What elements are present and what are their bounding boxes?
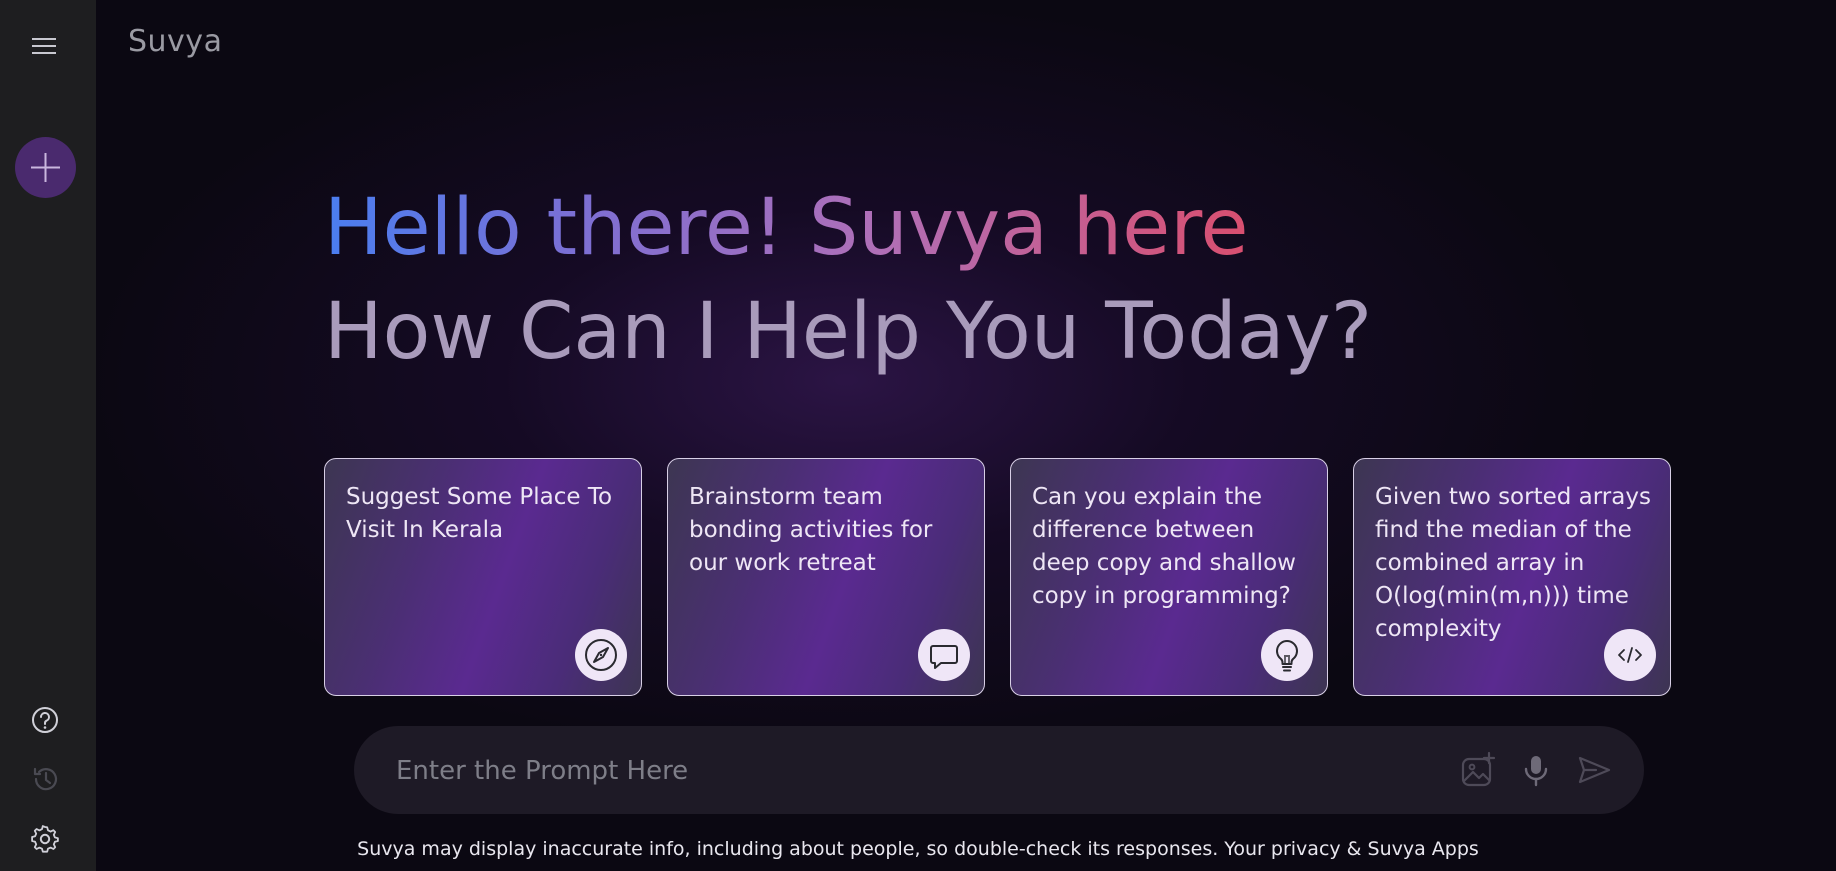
prompt-bar (354, 726, 1644, 814)
history-icon[interactable] (28, 762, 62, 796)
footer-disclaimer: Suvya may display inaccurate info, inclu… (357, 838, 1479, 860)
new-chat-button[interactable] (15, 137, 76, 198)
help-icon[interactable] (28, 703, 62, 737)
suggestion-card-kerala[interactable]: Suggest Some Place To Visit In Kerala (324, 458, 642, 696)
greeting-heading: Hello there! Suvya here (324, 178, 1249, 278)
microphone-icon[interactable] (1516, 750, 1556, 790)
lightbulb-icon (1261, 629, 1313, 681)
sidebar (0, 0, 96, 871)
hamburger-menu-icon[interactable] (28, 34, 62, 58)
suggestion-card-deep-copy[interactable]: Can you explain the difference between d… (1010, 458, 1328, 696)
card-text: Can you explain the difference between d… (1032, 484, 1296, 609)
prompt-input[interactable] (394, 748, 1398, 794)
message-icon (918, 629, 970, 681)
code-icon (1604, 629, 1656, 681)
image-upload-icon[interactable] (1458, 750, 1498, 790)
card-text: Given two sorted arrays find the median … (1375, 484, 1651, 642)
help-subtitle: How Can I Help You Today? (324, 287, 1373, 377)
suggestion-card-median[interactable]: Given two sorted arrays find the median … (1353, 458, 1671, 696)
card-text: Brainstorm team bonding activities for o… (689, 484, 933, 576)
compass-icon (575, 629, 627, 681)
brand-title: Suvya (128, 24, 223, 59)
plus-icon (31, 153, 60, 182)
suggestion-card-brainstorm[interactable]: Brainstorm team bonding activities for o… (667, 458, 985, 696)
card-text: Suggest Some Place To Visit In Kerala (346, 484, 613, 543)
send-icon[interactable] (1574, 750, 1614, 790)
